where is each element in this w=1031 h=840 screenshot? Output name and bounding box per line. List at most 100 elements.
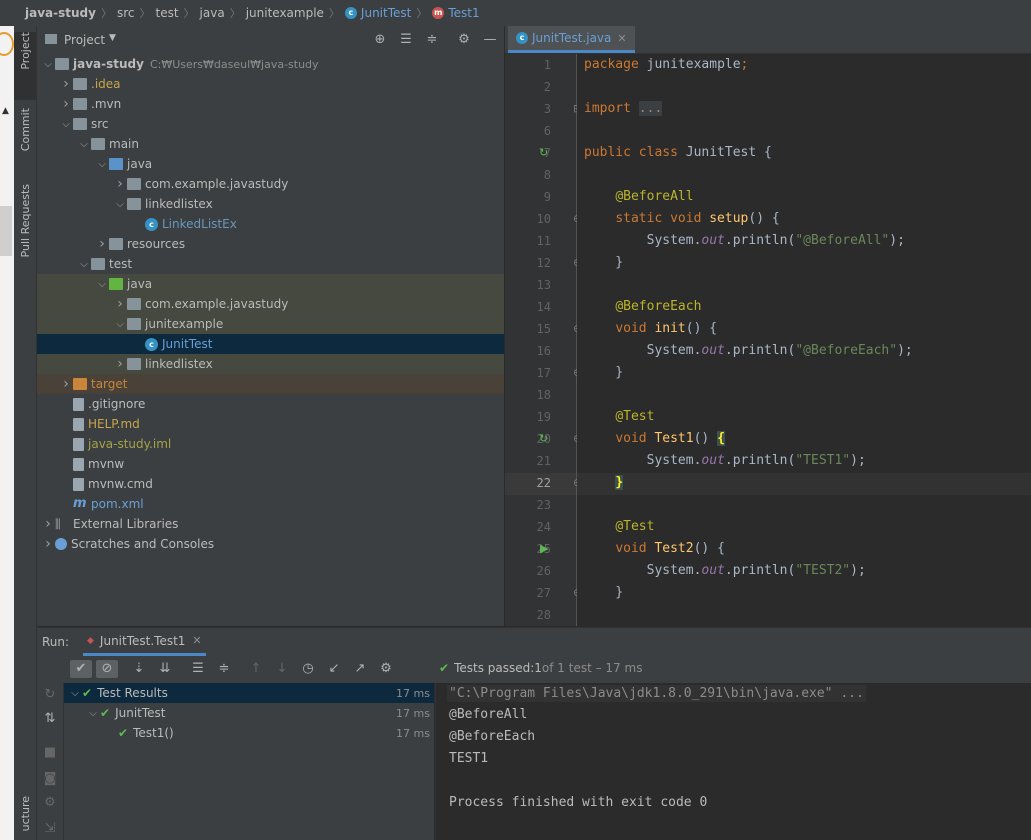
chevron-down-icon[interactable]: ⌵ — [95, 279, 109, 290]
chevron-right-icon[interactable]: › — [113, 176, 127, 192]
tool-tab-structure[interactable]: ucture — [14, 796, 36, 840]
chevron-down-icon[interactable]: ▼ — [109, 33, 116, 43]
breadcrumb-item[interactable]: test — [155, 6, 178, 20]
expand-all-icon[interactable]: ☰ — [189, 660, 207, 678]
chevron-right-icon[interactable]: › — [113, 296, 127, 312]
chevron-down-icon[interactable]: ⌵ — [77, 259, 91, 270]
tree-row[interactable]: ⌵ main — [37, 134, 504, 154]
history-icon[interactable]: ◷ — [299, 660, 317, 678]
breadcrumb-item[interactable]: java — [200, 6, 225, 20]
file-icon — [73, 397, 84, 411]
show-ignored-icon[interactable]: ⊘ — [96, 660, 118, 678]
file-icon — [73, 437, 84, 451]
chevron-down-icon[interactable]: ⌵ — [86, 708, 100, 719]
chevron-down-icon[interactable]: ⌵ — [59, 119, 73, 130]
tree-row[interactable]: ⌵ junitexample — [37, 314, 504, 334]
gear-icon[interactable]: ⚙ — [456, 32, 472, 48]
screenshot-icon[interactable]: ◙ — [41, 770, 59, 788]
tool-tab-project[interactable]: Project — [14, 32, 36, 100]
tree-label: Scratches and Consoles — [71, 537, 215, 551]
toggle-autotest-icon[interactable]: ⇅ — [41, 710, 59, 728]
collapse-all-icon[interactable]: ≑ — [424, 32, 440, 48]
chevron-down-icon[interactable]: ⌵ — [95, 159, 109, 170]
chevron-right-icon[interactable]: › — [95, 236, 109, 252]
chevron-right-icon[interactable]: › — [113, 356, 127, 372]
tree-row[interactable]: › linkedlistex — [37, 354, 504, 374]
sort-alpha-icon[interactable]: ⇣ — [130, 660, 148, 678]
breadcrumb-item[interactable]: m Test1 — [432, 6, 480, 20]
test-result-row[interactable]: ⌵ ✔ Test Results 17 ms — [64, 683, 434, 703]
tree-row[interactable]: HELP.md — [37, 414, 504, 434]
export-tests-icon[interactable]: ↗ — [351, 660, 369, 678]
run-test-icon[interactable]: ▶ — [540, 542, 548, 555]
tree-row[interactable]: mvnw — [37, 454, 504, 474]
tree-label: linkedlistex — [145, 357, 213, 371]
code-line: } — [584, 365, 623, 380]
test-result-row[interactable]: ⌵ ✔ JunitTest 17 ms — [64, 703, 434, 723]
code-editor[interactable]: package junitexample; import ... public cl… — [577, 54, 1031, 626]
chevron-down-icon[interactable]: ⌵ — [77, 139, 91, 150]
breadcrumb-item[interactable]: java-study — [25, 6, 96, 20]
tree-row[interactable]: c LinkedListEx — [37, 214, 504, 234]
close-icon[interactable]: ✕ — [617, 32, 626, 45]
chevron-down-icon[interactable]: ⌵ — [41, 59, 55, 70]
settings-icon[interactable]: ⚙ — [41, 794, 59, 812]
chevron-right-icon[interactable]: › — [59, 76, 73, 92]
tree-row[interactable]: mvnw.cmd — [37, 474, 504, 494]
next-test-icon[interactable]: ↓ — [273, 660, 291, 678]
tab-junittest-java[interactable]: c JunitTest.java ✕ — [508, 26, 635, 53]
tree-row[interactable]: › com.example.javastudy — [37, 294, 504, 314]
chevron-down-icon[interactable]: ⌵ — [113, 199, 127, 210]
tree-row[interactable]: › .mvn — [37, 94, 504, 114]
run-test-icon[interactable]: ↻ — [539, 146, 548, 159]
exit-icon[interactable]: ⇲ — [41, 820, 59, 838]
run-test-icon[interactable]: ↻ — [539, 432, 548, 445]
import-tests-icon[interactable]: ↙ — [325, 660, 343, 678]
stop-icon[interactable]: ■ — [41, 744, 59, 762]
chevron-right-icon[interactable]: › — [59, 376, 73, 392]
console-output[interactable]: "C:\Program Files\Java\jdk1.8.0_291\bin\… — [435, 683, 1031, 840]
tree-row[interactable]: ⌵ java — [37, 154, 504, 174]
breadcrumb-item[interactable]: junitexample — [246, 6, 324, 20]
project-view-title[interactable]: Project — [64, 33, 105, 47]
tool-tab-pull-requests[interactable]: Pull Requests — [14, 184, 36, 274]
tree-label: src — [91, 117, 109, 131]
rerun-failed-icon[interactable]: ↻ — [41, 686, 59, 704]
tree-row[interactable]: ⌵ test — [37, 254, 504, 274]
tree-row[interactable]: › .idea — [37, 74, 504, 94]
chevron-right-icon[interactable]: › — [41, 536, 55, 552]
show-passed-icon[interactable]: ✔ — [70, 660, 92, 678]
close-icon[interactable]: ✕ — [192, 634, 201, 647]
locate-icon[interactable]: ⊕ — [372, 32, 388, 48]
minimize-icon[interactable]: — — [482, 32, 498, 48]
sort-duration-icon[interactable]: ⇊ — [156, 660, 174, 678]
test-result-row[interactable]: ✔ Test1() 17 ms — [64, 723, 434, 743]
tree-row[interactable]: ⌵ linkedlistex — [37, 194, 504, 214]
chevron-down-icon[interactable]: ⌵ — [113, 319, 127, 330]
tree-row[interactable]: › ⫼ External Libraries — [37, 514, 504, 534]
chevron-right-icon[interactable]: › — [59, 96, 73, 112]
chevron-right-icon[interactable]: › — [41, 516, 55, 532]
gear-icon[interactable]: ⚙ — [377, 660, 395, 678]
breadcrumb-item[interactable]: c JunitTest — [344, 6, 411, 20]
previous-test-icon[interactable]: ↑ — [247, 660, 265, 678]
tree-row[interactable]: ⌵ java — [37, 274, 504, 294]
tree-row[interactable]: › target — [37, 374, 504, 394]
tree-row[interactable]: .gitignore — [37, 394, 504, 414]
tree-row[interactable]: m pom.xml — [37, 494, 504, 514]
code-line: System.out.println("TEST1"); — [584, 453, 866, 468]
tree-row[interactable]: ⌵ java-study C:₩Users₩daseul₩java-study — [37, 54, 504, 74]
breadcrumb-item[interactable]: src — [117, 6, 135, 20]
tree-row[interactable]: › com.example.javastudy — [37, 174, 504, 194]
expand-all-icon[interactable]: ☰ — [398, 32, 414, 48]
tree-row[interactable]: c JunitTest — [37, 334, 504, 354]
tree-row[interactable]: java-study.iml — [37, 434, 504, 454]
collapse-all-icon[interactable]: ≑ — [215, 660, 233, 678]
tool-tab-commit[interactable]: Commit — [14, 108, 36, 172]
chevron-down-icon[interactable]: ⌵ — [68, 688, 82, 699]
tree-row[interactable]: › resources — [37, 234, 504, 254]
tab-run-config[interactable]: ◆ JunitTest.Test1 ✕ — [83, 628, 206, 656]
tree-row[interactable]: › Scratches and Consoles — [37, 534, 504, 554]
tree-row[interactable]: ⌵ src — [37, 114, 504, 134]
